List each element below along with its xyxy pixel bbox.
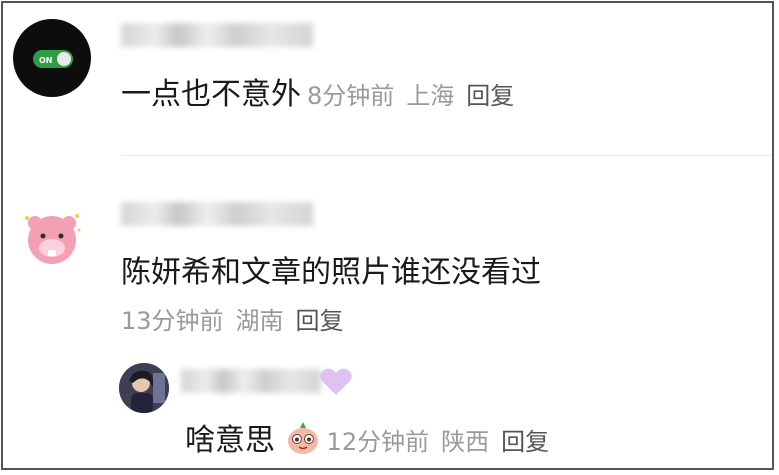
- avatar[interactable]: [119, 363, 169, 413]
- avatar[interactable]: ON: [13, 19, 91, 97]
- pink-character-icon: [25, 214, 81, 264]
- comment-time: 13分钟前: [121, 307, 224, 335]
- comment-location: 上海: [406, 82, 455, 110]
- reply-button[interactable]: 回复: [501, 428, 549, 456]
- blurred-username: [181, 369, 321, 393]
- reply-button[interactable]: 回复: [466, 82, 514, 110]
- toggle-badge-text: ON: [39, 56, 53, 65]
- blurred-username: [121, 202, 313, 226]
- divider: [121, 155, 772, 156]
- avatar[interactable]: [13, 198, 91, 276]
- comment-time: 8分钟前: [307, 82, 395, 110]
- comment-line: 一点也不意外 8分钟前 上海 回复: [121, 77, 514, 114]
- comment-meta: 13分钟前 湖南 回复: [121, 301, 344, 336]
- comment-location: 湖南: [235, 307, 284, 335]
- comment-text: 陈妍希和文章的照片谁还没看过: [121, 255, 541, 290]
- reply-location: 陕西: [441, 428, 490, 456]
- blurred-username: [121, 23, 313, 47]
- toggle-on-icon: ON: [33, 50, 73, 68]
- reply-text: 啥意思: [185, 423, 275, 458]
- heart-icon: [320, 368, 352, 395]
- reply-button[interactable]: 回复: [296, 307, 344, 335]
- reply-line: 啥意思 12分钟前 陕西 回复: [185, 420, 549, 460]
- photo-avatar: [119, 363, 169, 413]
- smiling-face-emoji: [287, 422, 318, 454]
- comment-panel: ON 一点也不意外 8分钟前 上海 回复 陈妍希和文章的照片谁还没看过 13分钟…: [1, 1, 774, 470]
- comment-text: 一点也不意外: [121, 77, 301, 112]
- reply-time: 12分钟前: [326, 428, 430, 456]
